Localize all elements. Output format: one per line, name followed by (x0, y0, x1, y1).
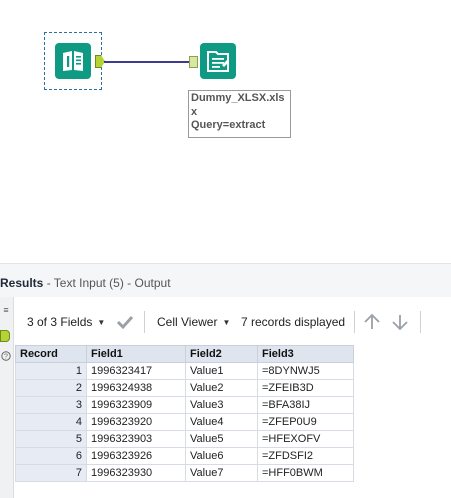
svg-text:?: ? (4, 354, 8, 361)
results-side-strip: ≡ ? (0, 297, 14, 498)
record-cell[interactable]: 2 (15, 379, 87, 397)
data-cell[interactable]: Value6 (185, 447, 258, 465)
chevron-down-icon: ▼ (222, 318, 231, 327)
connection-line[interactable] (104, 61, 190, 63)
data-cell[interactable]: =HFF0BWM (257, 464, 354, 482)
table-row[interactable]: 2 1996324938 Value2 =ZFEIB3D (15, 379, 354, 397)
data-cell[interactable]: 1996323909 (86, 396, 186, 414)
output-data-tool[interactable] (200, 43, 236, 79)
column-header-field2[interactable]: Field2 (185, 345, 258, 363)
data-cell[interactable]: 1996323903 (86, 430, 186, 448)
results-title: Results - Text Input (5) - Output (0, 276, 171, 290)
toolbar-divider (420, 311, 421, 333)
fields-label: 3 of 3 Fields (27, 315, 93, 329)
menu-icon[interactable]: ≡ (1, 305, 11, 315)
results-toolbar: 3 of 3 Fields ▼ Cell Viewer ▼ 7 records di… (14, 306, 451, 338)
record-cell[interactable]: 7 (15, 464, 87, 482)
record-cell[interactable]: 6 (15, 447, 87, 465)
table-row[interactable]: 5 1996323903 Value5 =HFEXOFV (15, 430, 354, 448)
data-cell[interactable]: =8DYNWJ5 (257, 362, 354, 380)
data-cell[interactable]: =ZFDSFI2 (257, 447, 354, 465)
apply-check-icon[interactable] (116, 306, 134, 338)
data-cell[interactable]: 1996323417 (86, 362, 186, 380)
grid-header-row: Record Field1 Field2 Field3 (15, 345, 354, 363)
data-cell[interactable]: =ZFEIB3D (257, 379, 354, 397)
data-cell[interactable]: Value2 (185, 379, 258, 397)
data-cell[interactable]: 1996323920 (86, 413, 186, 431)
data-cell[interactable]: =ZFEP0U9 (257, 413, 354, 431)
table-row[interactable]: 7 1996323930 Value7 =HFF0BWM (15, 464, 354, 482)
output-tool-annotation: Dummy_XLSX.xls x Query=extract (188, 90, 291, 138)
results-title-text: Results (0, 276, 44, 290)
column-header-field3[interactable]: Field3 (257, 345, 354, 363)
record-cell[interactable]: 5 (15, 430, 87, 448)
column-header-record[interactable]: Record (15, 345, 87, 363)
toolbar-divider (354, 311, 355, 333)
record-cell[interactable]: 3 (15, 396, 87, 414)
table-row[interactable]: 6 1996323926 Value6 =ZFDSFI2 (15, 447, 354, 465)
output-data-icon (207, 51, 229, 72)
record-cell[interactable]: 4 (15, 413, 87, 431)
results-subtitle: - Text Input (5) - Output (43, 276, 171, 290)
records-count: 7 records displayed (241, 315, 346, 329)
data-cell[interactable]: =BFA38IJ (257, 396, 354, 414)
arrow-down-icon[interactable] (391, 306, 409, 338)
cell-viewer-label: Cell Viewer (157, 315, 218, 329)
chevron-down-icon: ▼ (97, 318, 106, 327)
cell-viewer-dropdown[interactable]: Cell Viewer ▼ (157, 306, 230, 338)
toolbar-divider (144, 311, 145, 333)
table-row[interactable]: 4 1996323920 Value4 =ZFEP0U9 (15, 413, 354, 431)
input-anchor[interactable] (189, 56, 198, 68)
results-header: Results - Text Input (5) - Output (0, 263, 451, 297)
record-cell[interactable]: 1 (15, 362, 87, 380)
column-header-field1[interactable]: Field1 (86, 345, 186, 363)
workflow-canvas[interactable]: Dummy_XLSX.xls x Query=extract (0, 0, 451, 262)
results-grid[interactable]: Record Field1 Field2 Field3 1 1996323417… (15, 345, 354, 482)
data-cell[interactable]: Value1 (185, 362, 258, 380)
data-cell[interactable]: 1996323926 (86, 447, 186, 465)
table-row[interactable]: 1 1996323417 Value1 =8DYNWJ5 (15, 362, 354, 380)
data-cell[interactable]: Value4 (185, 413, 258, 431)
results-anchor-indicator (0, 330, 10, 342)
data-cell[interactable]: Value5 (185, 430, 258, 448)
data-cell[interactable]: Value3 (185, 396, 258, 414)
data-cell[interactable]: 1996323930 (86, 464, 186, 482)
data-cell[interactable]: =HFEXOFV (257, 430, 354, 448)
arrow-up-icon[interactable] (363, 306, 381, 338)
text-input-tool[interactable] (55, 43, 91, 79)
table-row[interactable]: 3 1996323909 Value3 =BFA38IJ (15, 396, 354, 414)
data-cell[interactable]: 1996324938 (86, 379, 186, 397)
fields-dropdown[interactable]: 3 of 3 Fields ▼ (27, 306, 105, 338)
book-icon (63, 51, 83, 71)
help-icon[interactable]: ? (1, 351, 11, 361)
data-cell[interactable]: Value7 (185, 464, 258, 482)
